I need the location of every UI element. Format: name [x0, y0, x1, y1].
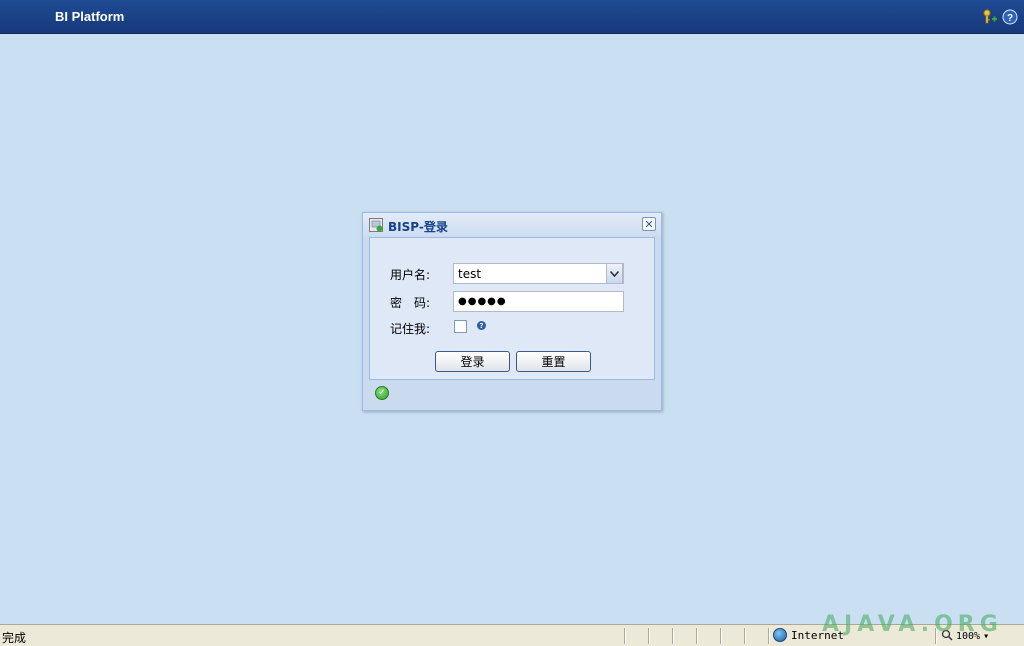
- remember-checkbox[interactable]: [454, 320, 467, 333]
- zoom-value: 100%: [956, 631, 981, 642]
- status-divider: [696, 628, 697, 644]
- login-button[interactable]: 登录: [435, 351, 510, 372]
- status-divider: [648, 628, 649, 644]
- status-divider: [768, 628, 769, 644]
- zoom-control[interactable]: 100% ▾: [941, 629, 989, 644]
- close-icon[interactable]: ✕: [642, 217, 656, 231]
- username-value: test: [458, 267, 482, 281]
- status-divider: [672, 628, 673, 644]
- chevron-down-icon[interactable]: [606, 263, 623, 284]
- globe-icon: [773, 628, 787, 642]
- status-text: 完成: [2, 631, 27, 645]
- window-icon: [369, 218, 383, 232]
- login-dialog: BISP-登录 ✕ 用户名: test 密 码: ●●●●● 记住我: ? 登录…: [362, 212, 662, 411]
- password-value: ●●●●●: [458, 296, 507, 307]
- check-circle-icon: ✓: [375, 386, 389, 400]
- dialog-footer: ✓: [369, 381, 655, 407]
- help-icon[interactable]: ?: [1002, 9, 1018, 25]
- app-window: BI Platform ? BISP-登录 ✕ 用户名: test 密 码: ●…: [0, 0, 1024, 646]
- svg-text:?: ?: [1007, 13, 1013, 24]
- security-zone[interactable]: Internet: [773, 628, 844, 642]
- status-divider: [624, 628, 625, 644]
- app-title: BI Platform: [55, 9, 125, 24]
- header-tools: ?: [982, 9, 1018, 25]
- password-label: 密 码:: [390, 296, 431, 310]
- browser-status-bar: 完成 Internet 100% ▾: [0, 624, 1024, 646]
- zoom-icon: [941, 629, 953, 644]
- dialog-title: BISP-登录: [388, 220, 448, 234]
- username-combo[interactable]: test: [453, 263, 624, 284]
- status-divider: [744, 628, 745, 644]
- username-label: 用户名:: [390, 268, 431, 282]
- zone-label: Internet: [791, 628, 844, 642]
- reset-button[interactable]: 重置: [516, 351, 591, 372]
- key-add-icon[interactable]: [982, 9, 998, 25]
- login-form: 用户名: test 密 码: ●●●●● 记住我: ? 登录 重置: [369, 237, 655, 380]
- top-header-bar: BI Platform ?: [0, 0, 1024, 34]
- password-field[interactable]: ●●●●●: [453, 291, 624, 312]
- help-small-icon[interactable]: ?: [477, 321, 486, 330]
- status-divider: [720, 628, 721, 644]
- chevron-down-icon: ▾: [983, 631, 990, 642]
- remember-label: 记住我:: [390, 322, 431, 336]
- status-divider: [935, 628, 936, 644]
- dialog-header[interactable]: BISP-登录 ✕: [363, 213, 661, 237]
